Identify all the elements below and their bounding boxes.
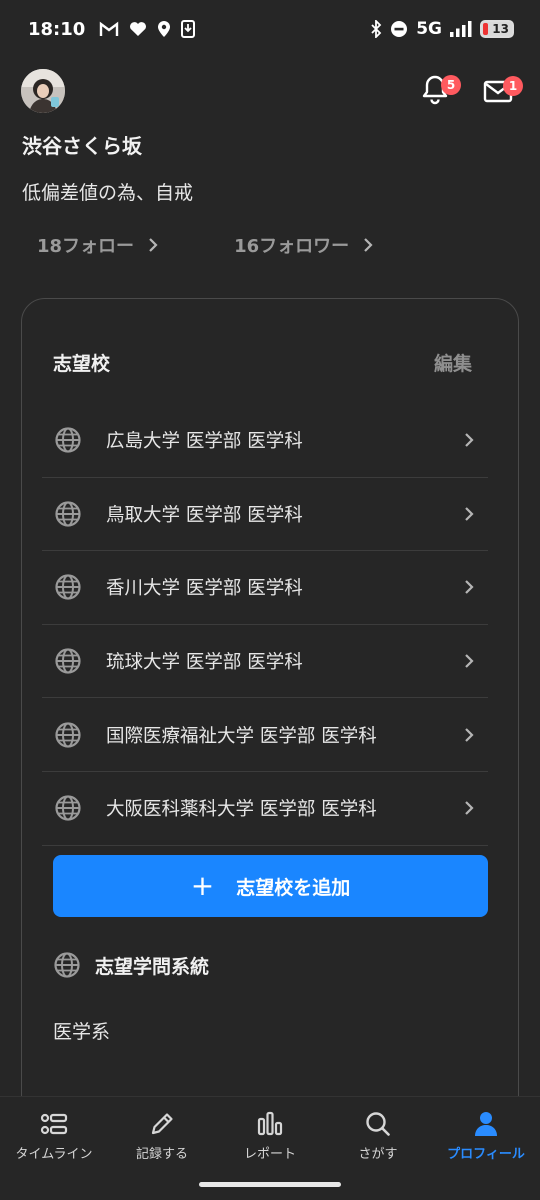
nav-report-label: レポート: [243, 1147, 296, 1162]
username: 渋谷さくら坂: [22, 134, 142, 158]
school-name: 琉球大学 医学部 医学科: [106, 652, 303, 674]
status-bar: 18:10 5G 13: [0, 0, 540, 58]
chevron-right-icon: [465, 801, 474, 816]
field-title: 志望学問系統: [95, 955, 210, 978]
nav-profile-label: プロフィール: [447, 1147, 525, 1162]
add-school-label: 志望校を追加: [236, 876, 351, 899]
followers-link[interactable]: 16フォロワー: [234, 232, 373, 258]
chevron-right-icon: [465, 507, 474, 521]
school-name: 鳥取大学 医学部 医学科: [106, 504, 303, 526]
globe-icon: [55, 501, 81, 527]
follow-row: 18フォロー 16フォロワー: [37, 232, 373, 258]
school-name: 大阪医科薬科大学 医学部 医学科: [106, 799, 377, 821]
pencil-icon: [151, 1113, 173, 1135]
download-icon: [181, 20, 196, 38]
globe-icon: [55, 427, 81, 453]
status-right: 5G 13: [370, 19, 514, 39]
notifications-badge: 5: [441, 75, 461, 95]
network-type: 5G: [416, 19, 442, 39]
following-label: 18フォロー: [37, 236, 135, 257]
location-icon: [158, 21, 171, 37]
nav-profile[interactable]: プロフィール: [432, 1097, 540, 1200]
status-time: 18:10: [28, 18, 86, 40]
bar-chart-icon: [257, 1111, 283, 1136]
target-schools-title: 志望校: [53, 353, 111, 375]
school-row[interactable]: 国際医療福祉大学 医学部 医学科: [42, 698, 488, 772]
chevron-right-icon: [465, 727, 474, 742]
nav-search-label: さがす: [358, 1147, 398, 1162]
school-name: 香川大学 医学部 医学科: [106, 578, 303, 600]
field-header: 志望学問系統: [53, 951, 209, 979]
school-row[interactable]: 広島大学 医学部 医学科: [42, 404, 488, 478]
followers-label: 16フォロワー: [234, 236, 350, 257]
school-row[interactable]: 琉球大学 医学部 医学科: [42, 625, 488, 699]
chevron-right-icon: [465, 433, 474, 448]
chevron-right-icon: [364, 238, 373, 252]
globe-icon: [54, 952, 80, 978]
school-row[interactable]: 大阪医科薬科大学 医学部 医学科: [42, 772, 488, 846]
signal-icon: [450, 21, 472, 37]
chevron-right-icon: [149, 238, 158, 252]
search-icon: [366, 1112, 390, 1136]
messages-badge: 1: [503, 76, 523, 96]
school-row[interactable]: 香川大学 医学部 医学科: [42, 551, 488, 625]
field-value: 医学系: [53, 1021, 111, 1043]
target-schools-card: 志望校 編集 広島大学 医学部 医学科 鳥取大学 医学部 医学科 香川大学 医学部 …: [21, 298, 519, 1128]
globe-icon: [55, 574, 81, 601]
nav-timeline[interactable]: タイムライン: [0, 1097, 108, 1200]
nav-timeline-label: タイムライン: [15, 1147, 93, 1162]
status-left-icons: [99, 20, 196, 38]
messages-button[interactable]: 1: [483, 76, 523, 104]
chevron-right-icon: [465, 580, 474, 595]
school-list: 広島大学 医学部 医学科 鳥取大学 医学部 医学科 香川大学 医学部 医学科 琉球大学…: [42, 404, 488, 846]
add-school-button[interactable]: + 志望校を追加: [53, 855, 488, 917]
gmail-icon: [100, 21, 119, 36]
battery-level: 13: [492, 22, 509, 36]
school-name: 国際医療福祉大学 医学部 医学科: [106, 725, 377, 747]
globe-icon: [55, 795, 81, 821]
dnd-icon: [391, 21, 408, 37]
battery-indicator: 13: [480, 20, 514, 38]
school-row[interactable]: 鳥取大学 医学部 医学科: [42, 478, 488, 552]
globe-icon: [55, 722, 81, 748]
school-name: 広島大学 医学部 医学科: [106, 431, 303, 453]
timeline-icon: [40, 1113, 68, 1135]
person-icon: [475, 1112, 497, 1136]
home-indicator: [199, 1182, 341, 1187]
avatar[interactable]: [21, 69, 65, 113]
globe-icon: [55, 648, 81, 674]
bio: 低偏差値の為、自戒: [22, 182, 194, 204]
heart-icon: [130, 22, 147, 36]
plus-icon: +: [190, 869, 215, 902]
avatar-image: [21, 69, 65, 113]
bluetooth-icon: [371, 20, 382, 38]
following-link[interactable]: 18フォロー: [37, 232, 158, 258]
chevron-right-icon: [465, 654, 474, 668]
notifications-button[interactable]: 5: [420, 74, 461, 106]
edit-button[interactable]: 編集: [434, 349, 472, 376]
nav-record-label: 記録する: [135, 1147, 188, 1162]
